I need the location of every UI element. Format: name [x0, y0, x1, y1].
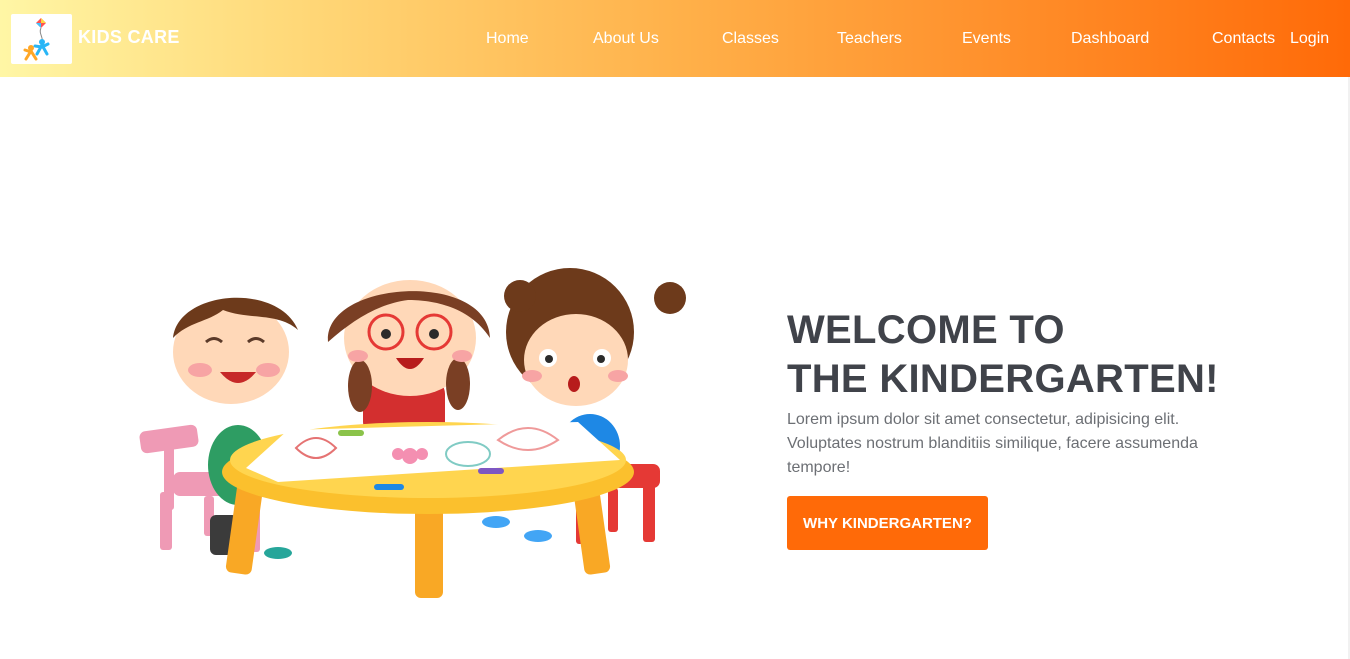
- kids-drawing-illustration: [128, 260, 698, 610]
- why-kindergarten-button[interactable]: WHY KINDERGARTEN?: [787, 496, 988, 550]
- nav-events[interactable]: Events: [962, 30, 1011, 48]
- nav-dashboard[interactable]: Dashboard: [1071, 30, 1149, 48]
- hero-description: Lorem ipsum dolor sit amet consectetur, …: [787, 411, 1198, 476]
- top-navbar: KIDS CARE Home About Us Classes Teachers…: [0, 0, 1350, 77]
- hero-title-line2: THE KINDERGARTEN!: [787, 357, 1219, 401]
- nav-home[interactable]: Home: [486, 30, 529, 48]
- hero-title-line1: WELCOME TO: [787, 308, 1065, 352]
- nav-login[interactable]: Login: [1290, 30, 1329, 48]
- hero-title: WELCOME TO THE KINDERGARTEN!: [787, 306, 1219, 404]
- nav-classes[interactable]: Classes: [722, 30, 779, 48]
- nav-about-us[interactable]: About Us: [593, 30, 659, 48]
- brand-name[interactable]: KIDS CARE: [78, 27, 180, 48]
- brand-logo-icon[interactable]: [11, 14, 72, 64]
- nav-teachers[interactable]: Teachers: [837, 30, 902, 48]
- nav-contacts[interactable]: Contacts: [1212, 30, 1275, 48]
